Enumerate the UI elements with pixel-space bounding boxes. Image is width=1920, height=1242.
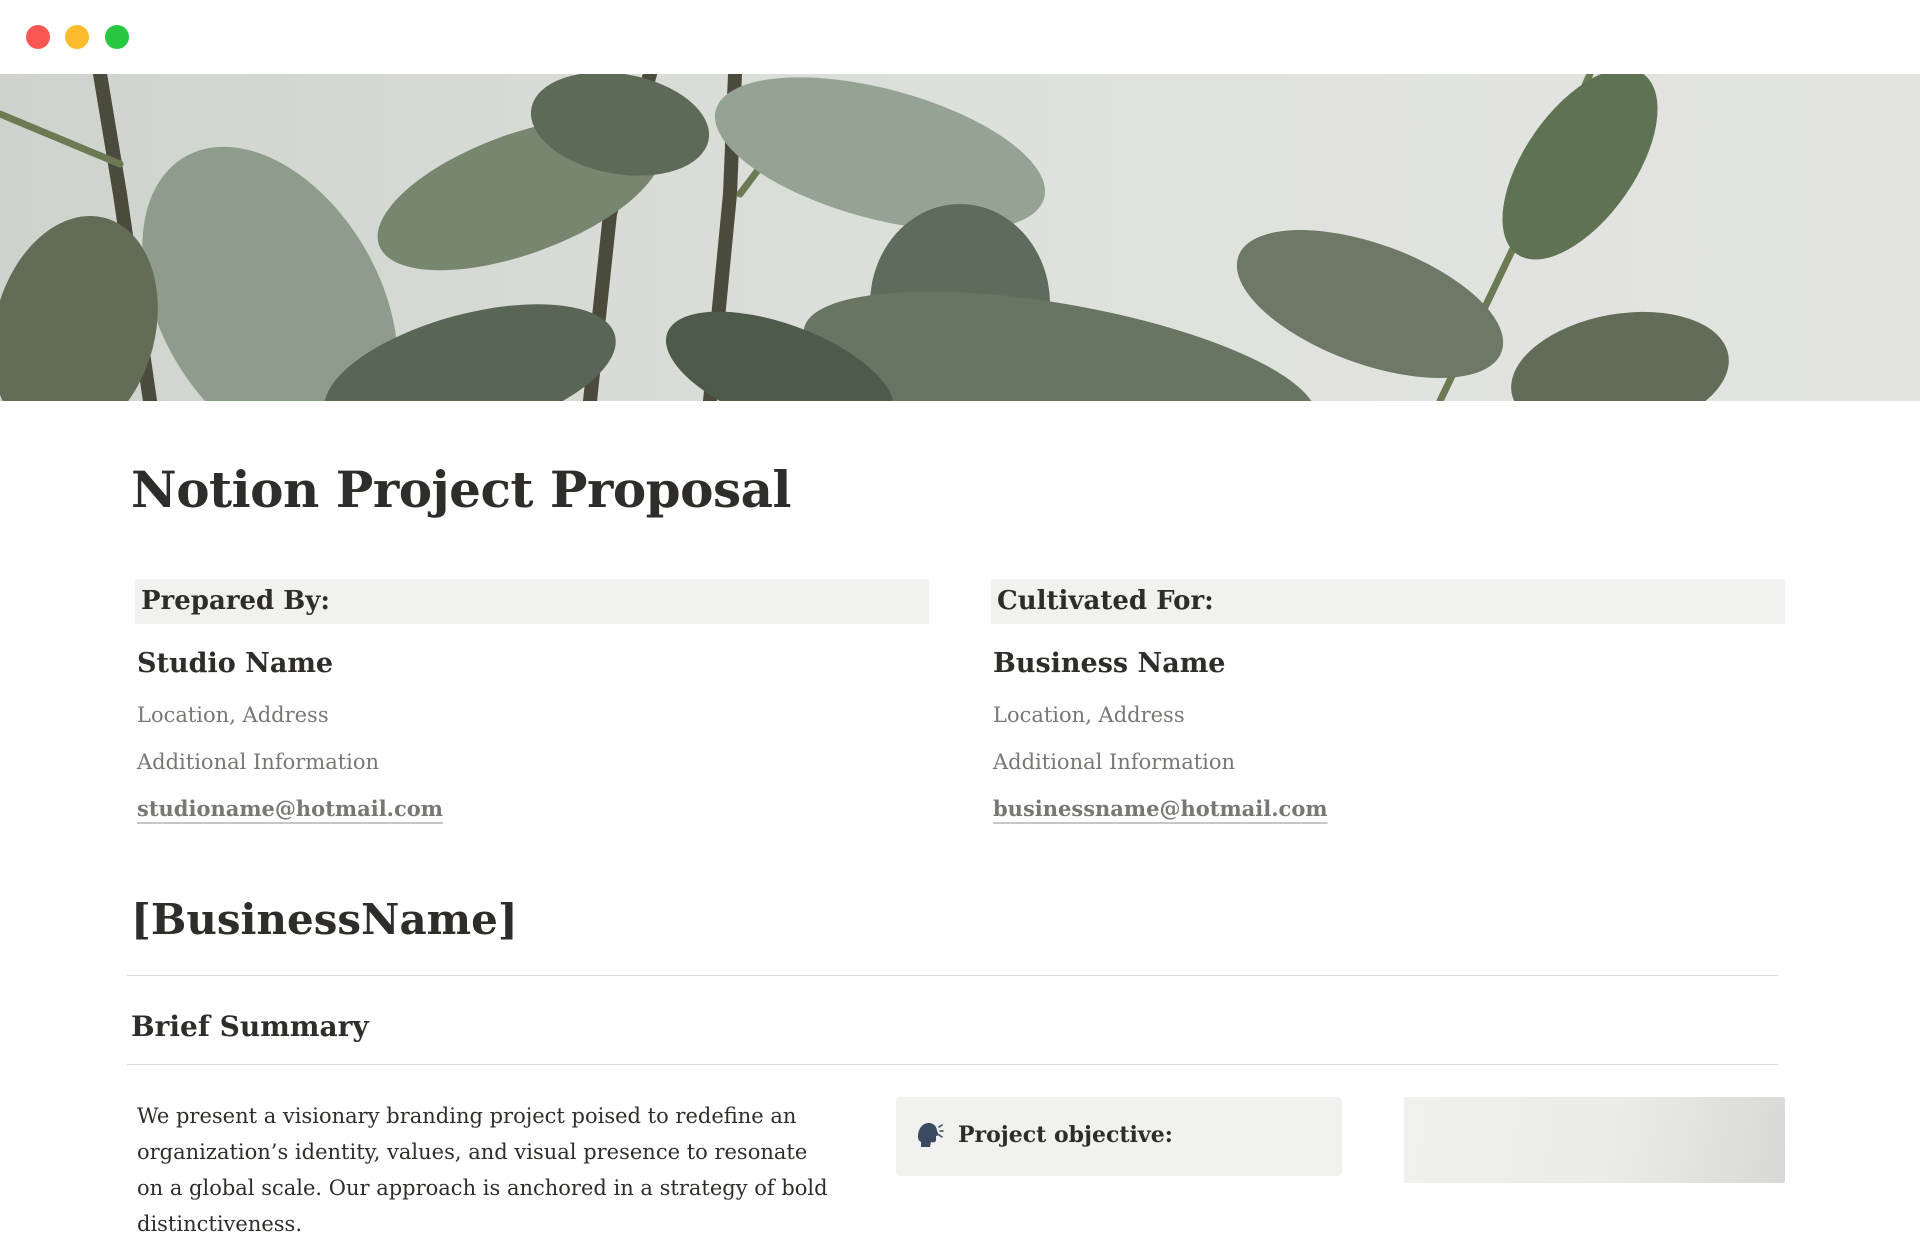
business-name[interactable]: Business Name: [993, 648, 1225, 679]
studio-name[interactable]: Studio Name: [137, 648, 333, 679]
summary-paragraph[interactable]: We present a visionary branding project …: [137, 1098, 837, 1242]
divider: [127, 975, 1778, 976]
studio-address[interactable]: Location, Address: [137, 703, 329, 727]
prepared-by-label[interactable]: Prepared By:: [141, 579, 330, 624]
window-titlebar: [0, 0, 1920, 74]
studio-email-link[interactable]: studioname@hotmail.com: [137, 796, 443, 821]
section-heading[interactable]: [BusinessName]: [131, 895, 518, 944]
close-window-button[interactable]: [26, 25, 50, 49]
brief-summary-heading[interactable]: Brief Summary: [131, 1010, 369, 1043]
page-title[interactable]: Notion Project Proposal: [131, 460, 792, 519]
cover-image[interactable]: [0, 74, 1920, 401]
minimize-window-button[interactable]: [65, 25, 89, 49]
prepared-by-header: Prepared By:: [135, 579, 929, 624]
callout-label: Project objective:: [958, 1122, 1173, 1148]
divider: [127, 1064, 1778, 1065]
business-address[interactable]: Location, Address: [993, 703, 1185, 727]
image-placeholder[interactable]: [1404, 1097, 1785, 1183]
zoom-window-button[interactable]: [105, 25, 129, 49]
business-email-link[interactable]: businessname@hotmail.com: [993, 796, 1328, 821]
cultivated-for-header: Cultivated For:: [991, 579, 1785, 624]
business-additional-info[interactable]: Additional Information: [993, 750, 1235, 774]
cultivated-for-label[interactable]: Cultivated For:: [997, 579, 1214, 624]
studio-additional-info[interactable]: Additional Information: [137, 750, 379, 774]
project-objective-callout[interactable]: Project objective:: [896, 1097, 1342, 1176]
speaking-head-icon[interactable]: [914, 1119, 944, 1149]
